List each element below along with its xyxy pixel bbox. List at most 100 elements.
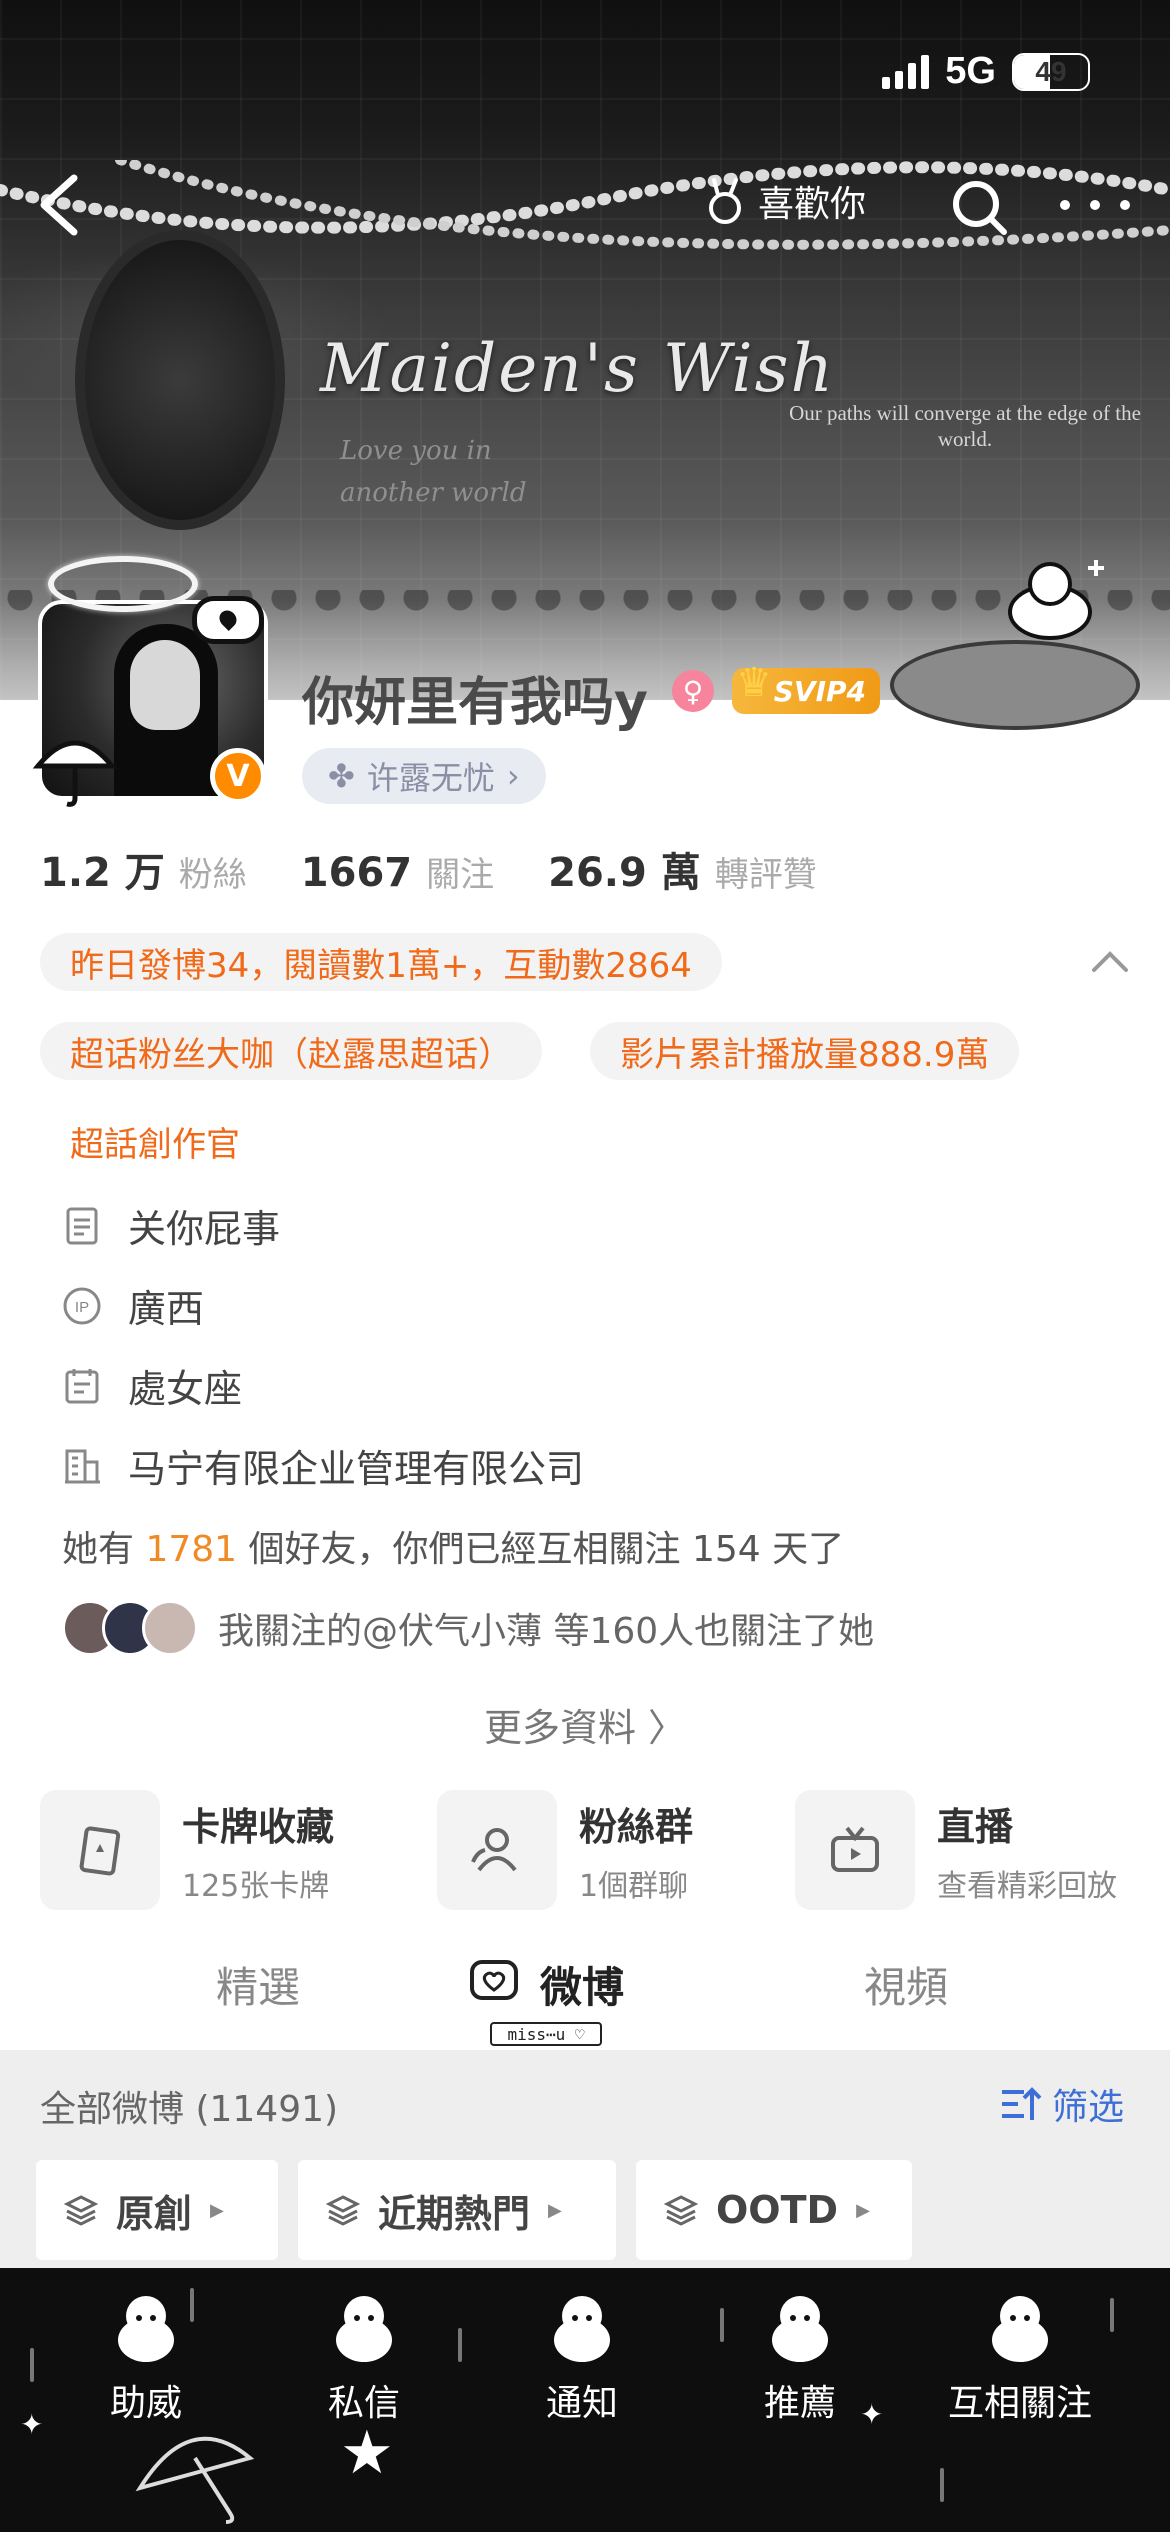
sparkle-icon: ✦ xyxy=(20,2408,44,2441)
bottom-action-bar: ✦ ✦ ★ 助威 私信 通知 推薦 互相關注 xyxy=(0,2268,1170,2532)
bunny-icon xyxy=(709,178,741,224)
banner-love-text: Love you in another world xyxy=(340,430,526,514)
following-count[interactable]: 1667 xyxy=(301,850,412,896)
segment-original[interactable]: 原創 ▶ xyxy=(36,2160,278,2260)
dog-icon xyxy=(772,2296,828,2362)
followers-count[interactable]: 1.2 万 xyxy=(40,840,165,898)
tab-weibo[interactable]: 微博 xyxy=(540,1954,624,2015)
live-sub: 查看精彩回放 xyxy=(937,1868,1117,1904)
followers-label[interactable]: 粉絲 xyxy=(179,847,247,896)
friends-suffix: 個好友，你們已經互相關注 154 天了 xyxy=(248,1529,845,1570)
card-collection-entry[interactable]: 卡牌收藏 125张卡牌 xyxy=(40,1790,334,1910)
tab-badge: miss⋯u ♡ xyxy=(490,2022,602,2046)
document-icon xyxy=(66,1207,98,1244)
yesterday-stats-chip[interactable]: 昨日發博34，閱讀數1萬+，互動數2864 xyxy=(40,933,722,991)
building-icon xyxy=(65,1449,100,1483)
segment-ootd-label: OOTD xyxy=(716,2188,839,2232)
notify-button[interactable]: 通知 xyxy=(502,2288,662,2426)
profile-stats: 1.2 万 粉絲 1667 關注 26.9 萬 轉評贊 xyxy=(40,840,871,898)
rain-decoration xyxy=(940,2468,944,2502)
company-text: 马宁有限企业管理有限公司 xyxy=(128,1447,585,1491)
dog-icon xyxy=(336,2296,392,2362)
tab-featured[interactable]: 精選 xyxy=(216,1954,300,2015)
interactions-label: 轉評贊 xyxy=(714,855,817,895)
cheer-button[interactable]: 助威 xyxy=(66,2288,226,2426)
mutual-followers[interactable]: 我關注的@伏气小薄 等160人也關注了她 xyxy=(62,1600,874,1656)
umbrella-icon xyxy=(135,2436,255,2524)
mutual-avatars xyxy=(62,1600,198,1656)
banner-title: Maiden's Wish xyxy=(320,330,836,407)
tag-label: 许露无忧 xyxy=(366,759,495,797)
filter-button[interactable]: 筛选 xyxy=(998,2078,1124,2130)
filter-label: 筛选 xyxy=(1052,2087,1125,2128)
mutual-follow-button[interactable]: 互相關注 xyxy=(930,2288,1110,2426)
chevron-up-icon[interactable] xyxy=(1090,946,1130,976)
female-icon: ♀ xyxy=(672,670,714,712)
rain-decoration xyxy=(458,2328,462,2362)
status-bar: 5G 49 xyxy=(882,50,1090,93)
filter-icon xyxy=(1002,2087,1042,2120)
video-plays-chip[interactable]: 影片累計播放量888.9萬 xyxy=(590,1022,1020,1080)
umbrella-icon xyxy=(32,740,118,807)
feed-filter-area: 全部微博 (11491) 筛选 原創 ▶ 近期熱門 ▶ OOTD ▶ xyxy=(0,2050,1170,2270)
message-label: 私信 xyxy=(327,2383,400,2424)
tag-arrow-icon: › xyxy=(506,757,520,795)
recommend-button[interactable]: 推薦 xyxy=(720,2288,880,2426)
segment-recent-hot[interactable]: 近期熱門 ▶ xyxy=(298,2160,616,2260)
super-topic-fan-chip[interactable]: 超话粉丝大咖（赵露思超话） xyxy=(40,1022,542,1080)
fan-group-sub: 1個群聊 xyxy=(579,1868,689,1904)
calendar-icon xyxy=(65,1368,99,1403)
layers-icon xyxy=(664,2195,698,2226)
bio-text: 关你屁事 xyxy=(128,1207,281,1251)
more-info-link[interactable]: 更多資料 〉 xyxy=(0,1697,1170,1752)
dog-icon xyxy=(992,2296,1048,2362)
halo-decoration xyxy=(48,556,198,612)
avatar-face xyxy=(130,640,200,730)
caret-right-icon: ▶ xyxy=(548,2199,562,2221)
message-button[interactable]: 私信 xyxy=(284,2288,444,2426)
following-label[interactable]: 關注 xyxy=(426,847,494,896)
segment-original-label: 原創 xyxy=(116,2191,193,2236)
interactions-count: 26.9 萬 xyxy=(548,850,701,896)
banner-love-line2: another world xyxy=(340,478,527,508)
crown-icon: ♛ xyxy=(736,660,772,706)
battery-icon: 49 xyxy=(1012,52,1090,91)
content-tabs: 精選 微博 miss⋯u ♡ 視頻 xyxy=(0,1950,1170,2050)
caret-right-icon: ▶ xyxy=(210,2199,224,2221)
svip-label: SVIP4 xyxy=(773,674,866,708)
svg-text:IP: IP xyxy=(75,1299,89,1316)
star-icon: ★ xyxy=(340,2418,394,2488)
layers-icon xyxy=(326,2195,360,2226)
cheer-label: 助威 xyxy=(109,2383,182,2424)
avatar xyxy=(142,1600,198,1656)
ip-icon: IP xyxy=(63,1287,101,1324)
like-you-label: 喜歡你 xyxy=(758,184,867,225)
dog-icon xyxy=(118,2296,174,2362)
friends-count[interactable]: 1781 xyxy=(145,1529,237,1570)
like-you-button[interactable]: 喜歡你 xyxy=(700,175,866,227)
live-entry[interactable]: 直播 查看精彩回放 xyxy=(795,1790,1117,1910)
more-icon[interactable] xyxy=(1060,180,1130,230)
svip-badge[interactable]: ♛ SVIP4 xyxy=(732,660,880,714)
company-row: 马宁有限企业管理有限公司 xyxy=(62,1438,584,1493)
back-arrow-icon[interactable] xyxy=(30,170,90,240)
mutual-text: 我關注的@伏气小薄 等160人也關注了她 xyxy=(218,1611,875,1652)
banner-love-line1: Love you in xyxy=(340,436,492,466)
segment-ootd[interactable]: OOTD ▶ xyxy=(636,2160,912,2260)
search-icon[interactable] xyxy=(950,178,1010,238)
card-icon xyxy=(40,1790,160,1910)
heart-bubble-icon xyxy=(192,596,264,644)
live-title: 直播 xyxy=(937,1804,1014,1849)
recommend-label: 推薦 xyxy=(763,2383,836,2424)
card-collection-title: 卡牌收藏 xyxy=(182,1804,335,1849)
ip-row: IP 廣西 xyxy=(62,1278,204,1333)
tab-video[interactable]: 視頻 xyxy=(864,1954,948,2015)
profile-username: 你妍里有我吗y xyxy=(302,673,648,733)
creator-chip[interactable]: 超話創作官 xyxy=(40,1112,270,1170)
fan-group-entry[interactable]: 粉絲群 1個群聊 xyxy=(437,1790,693,1910)
verified-badge-icon: V xyxy=(210,748,266,804)
fan-group-title: 粉絲群 xyxy=(579,1804,694,1849)
super-topic-tag[interactable]: ✤ 许露无忧 › xyxy=(302,748,546,804)
battery-percent: 49 xyxy=(1035,55,1067,87)
banner-subtitle: Our paths will converge at the edge of t… xyxy=(789,401,1141,451)
